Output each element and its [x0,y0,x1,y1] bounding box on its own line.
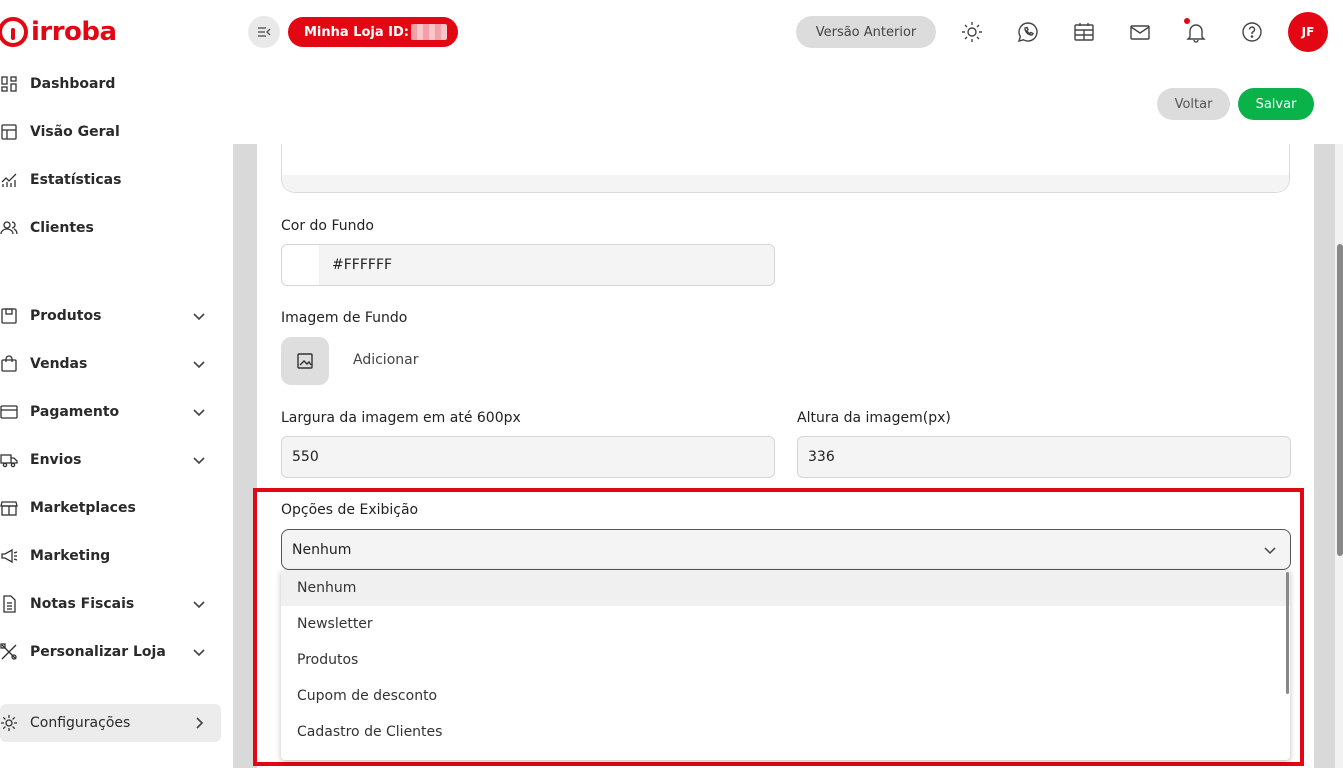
box-icon [0,307,20,325]
chart-icon [0,171,20,189]
chevron-down-icon [1264,547,1276,555]
sidebar-item-label: Estatísticas [30,172,122,188]
collapse-sidebar-button[interactable] [248,16,280,48]
calendar-icon[interactable] [1072,20,1096,44]
color-swatch[interactable] [282,245,320,285]
notification-dot [1184,18,1190,24]
display-options-dropdown: Nenhum Newsletter Produtos Cupom de desc… [281,570,1290,760]
sidebar-item-label: Configurações [30,715,131,731]
megaphone-icon [0,547,20,565]
chevron-down-icon[interactable] [191,644,207,660]
sidebar-item-label: Marketing [30,548,111,564]
card-icon [0,403,20,421]
sidebar-item-configuracoes[interactable]: Configurações [0,704,221,742]
sidebar-item-label: Marketplaces [30,500,136,516]
width-input[interactable]: 550 [281,436,775,478]
sidebar-item-estatisticas[interactable]: Estatísticas [0,162,221,198]
textarea-field[interactable] [281,144,1290,193]
tools-icon [0,643,20,661]
store-id-redacted [411,24,447,40]
previous-version-button[interactable]: Versão Anterior [796,16,936,48]
gear-icon [0,714,20,732]
dropdown-option-nenhum[interactable]: Nenhum [281,570,1290,606]
chevron-right-icon[interactable] [191,715,207,731]
sidebar-item-label: Envios [30,452,82,468]
sidebar-item-label: Produtos [30,308,102,324]
dropdown-option-produtos[interactable]: Produtos [281,642,1290,678]
sidebar-item-label: Clientes [30,220,94,236]
sidebar-item-label: Visão Geral [30,124,120,140]
brand-logo[interactable]: irroba [0,14,117,50]
dropdown-option-cadastro[interactable]: Cadastro de Clientes [281,714,1290,750]
sidebar-item-label: Dashboard [30,76,116,92]
users-icon [0,219,20,237]
store-id-label: Minha Loja ID: [304,24,409,40]
document-icon [0,595,20,613]
add-image-button[interactable] [281,337,329,385]
chevron-down-icon[interactable] [191,308,207,324]
bg-color-input[interactable]: #FFFFFF [281,244,775,286]
chevron-down-icon[interactable] [191,452,207,468]
dashboard-icon [0,75,20,93]
height-input[interactable]: 336 [797,436,1291,478]
dropdown-option-cupom[interactable]: Cupom de desconto [281,678,1290,714]
display-options-select[interactable]: Nenhum [281,529,1291,570]
sidebar-item-personalizar-loja[interactable]: Personalizar Loja [0,634,221,670]
logo-icon [0,17,28,47]
truck-icon [0,451,20,469]
store-icon [0,499,20,517]
sidebar-item-label: Pagamento [30,404,120,420]
top-header: Minha Loja ID: Versão Anterior JF Voltar… [233,0,1343,144]
bell-icon[interactable] [1184,18,1208,44]
sidebar-item-vendas[interactable]: Vendas [0,346,221,382]
sidebar-item-marketplaces[interactable]: Marketplaces [0,490,221,526]
sidebar: irroba Dashboard Visão Geral Estatística… [0,0,233,768]
chevron-down-icon[interactable] [191,356,207,372]
sidebar-item-pagamento[interactable]: Pagamento [0,394,221,430]
brand-name: irroba [31,17,117,47]
sun-icon[interactable] [960,20,984,44]
sidebar-item-label: Personalizar Loja [30,644,166,660]
page-scrollbar-thumb[interactable] [1337,244,1343,556]
display-options-label: Opções de Exibição [281,502,419,518]
sidebar-item-marketing[interactable]: Marketing [0,538,221,574]
dropdown-scrollbar[interactable] [1286,572,1289,694]
layout-icon [0,123,20,141]
chevron-down-icon[interactable] [191,404,207,420]
sidebar-item-label: Vendas [30,356,88,372]
sidebar-item-produtos[interactable]: Produtos [0,298,221,334]
add-image-label[interactable]: Adicionar [353,352,418,368]
sidebar-item-visao-geral[interactable]: Visão Geral [0,114,221,150]
sidebar-item-notas-fiscais[interactable]: Notas Fiscais [0,586,221,622]
width-label: Largura da imagem em até 600px [281,410,521,426]
save-button[interactable]: Salvar [1238,88,1314,120]
sidebar-item-clientes[interactable]: Clientes [0,210,221,246]
sidebar-item-dashboard[interactable]: Dashboard [0,66,221,102]
chevron-down-icon[interactable] [191,596,207,612]
dropdown-option-newsletter[interactable]: Newsletter [281,606,1290,642]
user-avatar[interactable]: JF [1288,12,1328,52]
menu-collapse-icon [258,27,271,37]
sidebar-item-envios[interactable]: Envios [0,442,221,478]
bag-icon [0,355,20,373]
help-icon[interactable] [1240,20,1264,44]
whatsapp-icon[interactable] [1016,20,1040,44]
display-options-value: Nenhum [292,541,352,558]
sidebar-item-label: Notas Fiscais [30,596,135,612]
store-id-button[interactable]: Minha Loja ID: [288,17,458,47]
bg-color-label: Cor do Fundo [281,218,374,234]
height-label: Altura da imagem(px) [797,410,951,426]
back-button[interactable]: Voltar [1157,88,1230,120]
mail-icon[interactable] [1128,20,1152,44]
image-icon [297,353,313,369]
bg-image-label: Imagem de Fundo [281,310,408,326]
